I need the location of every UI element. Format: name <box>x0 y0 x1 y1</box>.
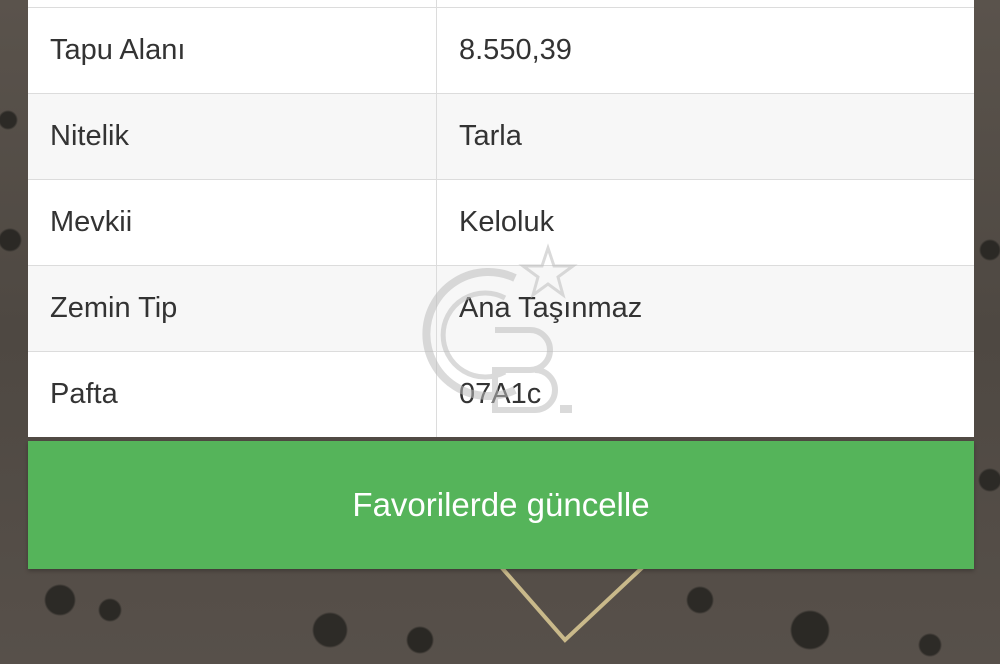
row-value-pafta: 07A1c <box>436 351 974 437</box>
update-favorites-button[interactable]: Favorilerde güncelle <box>28 441 974 569</box>
row-key-mevkii: Mevkii <box>28 179 437 266</box>
row-value-nitelik: Tarla <box>436 93 974 180</box>
table-row-stub <box>28 0 974 8</box>
parcel-details-panel: Tapu Alanı 8.550,39 Nitelik Tarla Mevkii… <box>28 0 974 437</box>
row-key-pafta: Pafta <box>28 351 437 437</box>
row-key-nitelik: Nitelik <box>28 93 437 180</box>
row-value-mevkii: Keloluk <box>436 179 974 266</box>
table-row: Tapu Alanı 8.550,39 <box>28 7 974 94</box>
table-row: Pafta 07A1c <box>28 351 974 437</box>
parcel-details-table: Tapu Alanı 8.550,39 Nitelik Tarla Mevkii… <box>28 0 974 437</box>
row-key-tapu-alani: Tapu Alanı <box>28 7 437 94</box>
table-row: Zemin Tip Ana Taşınmaz <box>28 265 974 352</box>
row-key-zemin-tip: Zemin Tip <box>28 265 437 352</box>
row-value-zemin-tip: Ana Taşınmaz <box>436 265 974 352</box>
table-row: Mevkii Keloluk <box>28 179 974 266</box>
table-row: Nitelik Tarla <box>28 93 974 180</box>
row-value-tapu-alani: 8.550,39 <box>436 7 974 94</box>
